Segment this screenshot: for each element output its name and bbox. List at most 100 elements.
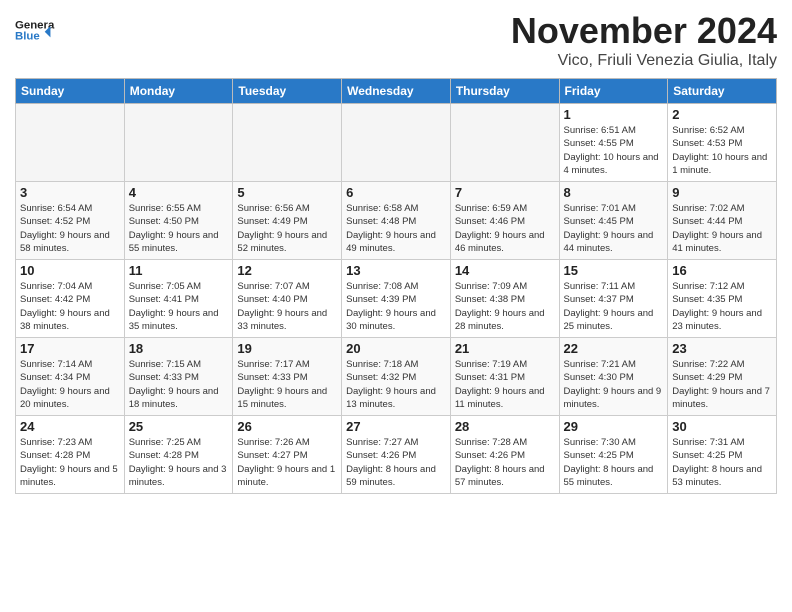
day-number: 18: [129, 341, 229, 356]
col-header-saturday: Saturday: [668, 79, 777, 104]
calendar-cell: 30 Sunrise: 7:31 AM Sunset: 4:25 PM Dayli…: [668, 416, 777, 494]
day-info: Sunrise: 7:30 AM Sunset: 4:25 PM Dayligh…: [564, 436, 664, 489]
day-info: Sunrise: 7:19 AM Sunset: 4:31 PM Dayligh…: [455, 358, 555, 411]
location-subtitle: Vico, Friuli Venezia Giulia, Italy: [511, 52, 777, 70]
day-info: Sunrise: 7:21 AM Sunset: 4:30 PM Dayligh…: [564, 358, 664, 411]
day-number: 16: [672, 263, 772, 278]
day-info: Sunrise: 7:28 AM Sunset: 4:26 PM Dayligh…: [455, 436, 555, 489]
calendar-cell: 15Sunrise: 7:11 AM Sunset: 4:37 PM Dayli…: [559, 260, 668, 338]
calendar-cell: 17 Sunrise: 7:14 AM Sunset: 4:34 PM Dayli…: [16, 338, 125, 416]
calendar-cell: [450, 104, 559, 182]
day-number: 5: [237, 185, 337, 200]
col-header-monday: Monday: [124, 79, 233, 104]
day-info: Sunrise: 6:59 AM Sunset: 4:46 PM Dayligh…: [455, 202, 555, 255]
calendar-cell: 24 Sunrise: 7:23 AM Sunset: 4:28 PM Dayli…: [16, 416, 125, 494]
day-info: Sunrise: 6:51 AM Sunset: 4:55 PM Dayligh…: [564, 124, 664, 177]
day-number: 25: [129, 419, 229, 434]
col-header-thursday: Thursday: [450, 79, 559, 104]
day-number: 22: [564, 341, 664, 356]
day-number: 29: [564, 419, 664, 434]
day-info: Sunrise: 7:07 AM Sunset: 4:40 PM Dayligh…: [237, 280, 337, 333]
day-info: Sunrise: 6:55 AM Sunset: 4:50 PM Dayligh…: [129, 202, 229, 255]
day-number: 10: [20, 263, 120, 278]
svg-text:Blue: Blue: [15, 31, 40, 43]
calendar-cell: 19Sunrise: 7:17 AM Sunset: 4:33 PM Dayli…: [233, 338, 342, 416]
day-info: Sunrise: 7:31 AM Sunset: 4:25 PM Dayligh…: [672, 436, 772, 489]
col-header-tuesday: Tuesday: [233, 79, 342, 104]
day-number: 23: [672, 341, 772, 356]
day-info: Sunrise: 6:54 AM Sunset: 4:52 PM Dayligh…: [20, 202, 120, 255]
calendar-cell: 23 Sunrise: 7:22 AM Sunset: 4:29 PM Dayli…: [668, 338, 777, 416]
calendar-cell: 9 Sunrise: 7:02 AM Sunset: 4:44 PM Daylig…: [668, 182, 777, 260]
day-number: 15: [564, 263, 664, 278]
day-number: 13: [346, 263, 446, 278]
day-info: Sunrise: 7:01 AM Sunset: 4:45 PM Dayligh…: [564, 202, 664, 255]
calendar-cell: 28 Sunrise: 7:28 AM Sunset: 4:26 PM Dayli…: [450, 416, 559, 494]
calendar-cell: 14 Sunrise: 7:09 AM Sunset: 4:38 PM Dayli…: [450, 260, 559, 338]
month-title: November 2024: [511, 10, 777, 52]
day-number: 17: [20, 341, 120, 356]
calendar-cell: 27 Sunrise: 7:27 AM Sunset: 4:26 PM Dayli…: [342, 416, 451, 494]
day-info: Sunrise: 7:09 AM Sunset: 4:38 PM Dayligh…: [455, 280, 555, 333]
calendar-cell: 6 Sunrise: 6:58 AM Sunset: 4:48 PM Daylig…: [342, 182, 451, 260]
day-number: 24: [20, 419, 120, 434]
day-number: 8: [564, 185, 664, 200]
logo: General Blue: [15, 10, 55, 50]
calendar-cell: [233, 104, 342, 182]
calendar-table: SundayMondayTuesdayWednesdayThursdayFrid…: [15, 78, 777, 494]
calendar-cell: 29 Sunrise: 7:30 AM Sunset: 4:25 PM Dayli…: [559, 416, 668, 494]
day-info: Sunrise: 7:26 AM Sunset: 4:27 PM Dayligh…: [237, 436, 337, 489]
day-number: 12: [237, 263, 337, 278]
day-info: Sunrise: 7:14 AM Sunset: 4:34 PM Dayligh…: [20, 358, 120, 411]
calendar-cell: [342, 104, 451, 182]
day-number: 2: [672, 107, 772, 122]
col-header-friday: Friday: [559, 79, 668, 104]
day-info: Sunrise: 7:05 AM Sunset: 4:41 PM Dayligh…: [129, 280, 229, 333]
title-block: November 2024 Vico, Friuli Venezia Giuli…: [511, 10, 777, 70]
calendar-cell: 25 Sunrise: 7:25 AM Sunset: 4:28 PM Dayli…: [124, 416, 233, 494]
day-info: Sunrise: 7:25 AM Sunset: 4:28 PM Dayligh…: [129, 436, 229, 489]
calendar-cell: 13 Sunrise: 7:08 AM Sunset: 4:39 PM Dayli…: [342, 260, 451, 338]
day-number: 20: [346, 341, 446, 356]
day-info: Sunrise: 7:18 AM Sunset: 4:32 PM Dayligh…: [346, 358, 446, 411]
day-number: 14: [455, 263, 555, 278]
day-info: Sunrise: 6:52 AM Sunset: 4:53 PM Dayligh…: [672, 124, 772, 177]
day-info: Sunrise: 7:27 AM Sunset: 4:26 PM Dayligh…: [346, 436, 446, 489]
calendar-cell: 7 Sunrise: 6:59 AM Sunset: 4:46 PM Daylig…: [450, 182, 559, 260]
day-info: Sunrise: 7:04 AM Sunset: 4:42 PM Dayligh…: [20, 280, 120, 333]
calendar-cell: 2 Sunrise: 6:52 AM Sunset: 4:53 PM Daylig…: [668, 104, 777, 182]
day-info: Sunrise: 6:58 AM Sunset: 4:48 PM Dayligh…: [346, 202, 446, 255]
calendar-cell: 8 Sunrise: 7:01 AM Sunset: 4:45 PM Daylig…: [559, 182, 668, 260]
day-number: 4: [129, 185, 229, 200]
calendar-cell: 5Sunrise: 6:56 AM Sunset: 4:49 PM Daylig…: [233, 182, 342, 260]
day-info: Sunrise: 7:08 AM Sunset: 4:39 PM Dayligh…: [346, 280, 446, 333]
calendar-cell: 16 Sunrise: 7:12 AM Sunset: 4:35 PM Dayli…: [668, 260, 777, 338]
day-number: 28: [455, 419, 555, 434]
day-info: Sunrise: 7:02 AM Sunset: 4:44 PM Dayligh…: [672, 202, 772, 255]
day-number: 6: [346, 185, 446, 200]
day-number: 7: [455, 185, 555, 200]
calendar-cell: 22 Sunrise: 7:21 AM Sunset: 4:30 PM Dayli…: [559, 338, 668, 416]
calendar-cell: 18Sunrise: 7:15 AM Sunset: 4:33 PM Dayli…: [124, 338, 233, 416]
col-header-sunday: Sunday: [16, 79, 125, 104]
day-number: 1: [564, 107, 664, 122]
calendar-cell: 26 Sunrise: 7:26 AM Sunset: 4:27 PM Dayli…: [233, 416, 342, 494]
calendar-cell: 20 Sunrise: 7:18 AM Sunset: 4:32 PM Dayli…: [342, 338, 451, 416]
calendar-cell: 11 Sunrise: 7:05 AM Sunset: 4:41 PM Dayli…: [124, 260, 233, 338]
day-number: 3: [20, 185, 120, 200]
day-info: Sunrise: 7:23 AM Sunset: 4:28 PM Dayligh…: [20, 436, 120, 489]
calendar-cell: [16, 104, 125, 182]
day-number: 21: [455, 341, 555, 356]
day-number: 9: [672, 185, 772, 200]
day-number: 26: [237, 419, 337, 434]
calendar-cell: 3 Sunrise: 6:54 AM Sunset: 4:52 PM Daylig…: [16, 182, 125, 260]
day-number: 19: [237, 341, 337, 356]
calendar-cell: [124, 104, 233, 182]
day-info: Sunrise: 7:22 AM Sunset: 4:29 PM Dayligh…: [672, 358, 772, 411]
day-number: 30: [672, 419, 772, 434]
calendar-cell: 12 Sunrise: 7:07 AM Sunset: 4:40 PM Dayli…: [233, 260, 342, 338]
day-number: 11: [129, 263, 229, 278]
day-number: 27: [346, 419, 446, 434]
col-header-wednesday: Wednesday: [342, 79, 451, 104]
day-info: Sunrise: 7:12 AM Sunset: 4:35 PM Dayligh…: [672, 280, 772, 333]
